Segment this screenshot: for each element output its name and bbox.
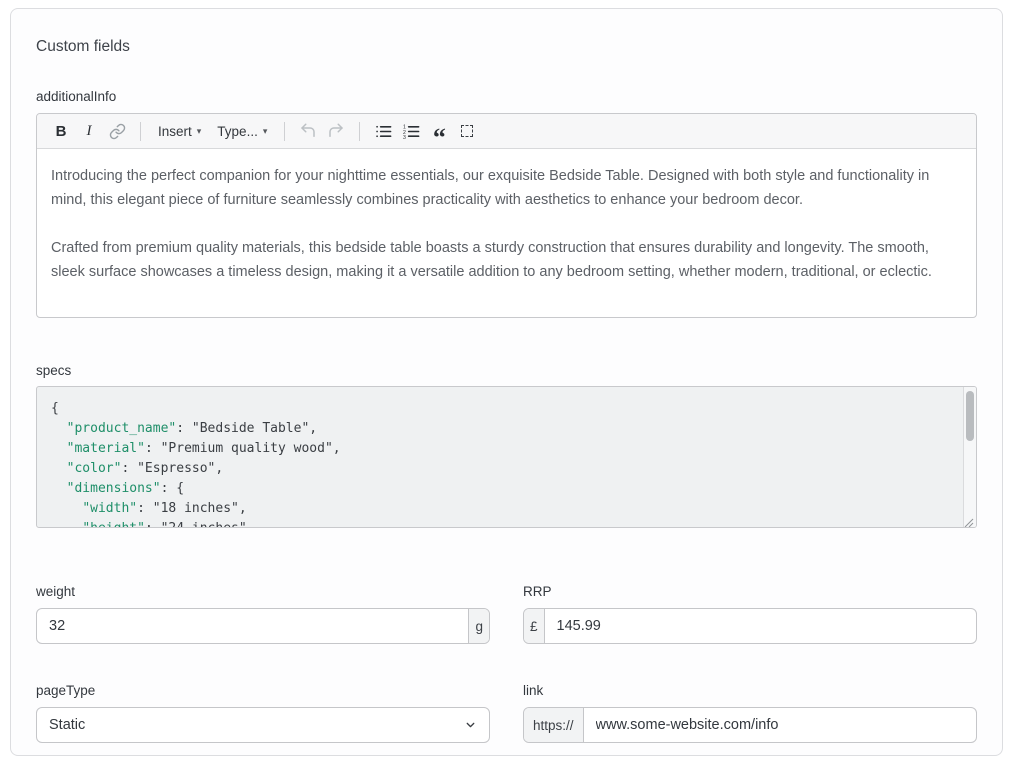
weight-label: weight (36, 584, 490, 599)
frame-icon (461, 125, 473, 137)
weight-input[interactable] (37, 609, 468, 643)
blockquote-button[interactable]: “ (425, 117, 453, 145)
frame-button[interactable] (453, 117, 481, 145)
link-icon (109, 123, 126, 140)
undo-icon (299, 122, 317, 140)
specs-code-editor[interactable]: { "product_name": "Bedside Table", "mate… (36, 386, 977, 528)
numbered-list-icon: 123 (403, 123, 420, 140)
toolbar-separator (359, 122, 360, 141)
rrp-label: RRP (523, 584, 977, 599)
resize-handle-icon[interactable] (964, 515, 974, 525)
redo-icon (327, 122, 345, 140)
italic-button[interactable]: I (75, 117, 103, 145)
bullet-list-icon (375, 123, 392, 140)
specs-scrollbar-thumb[interactable] (966, 391, 974, 441)
insert-dropdown[interactable]: Insert ▾ (150, 117, 209, 145)
toolbar-separator (140, 122, 141, 141)
page-type-select[interactable]: Static (36, 707, 490, 743)
link-input-group: https:// (523, 707, 977, 743)
page-type-label: pageType (36, 683, 490, 698)
specs-scrollbar-track (963, 387, 976, 527)
rrp-input-group: £ (523, 608, 977, 644)
blockquote-icon: “ (433, 133, 446, 143)
editor-paragraph: Crafted from premium quality materials, … (51, 236, 962, 284)
toolbar-separator (284, 122, 285, 141)
rich-text-editor: B I Insert ▾ Type... ▾ (36, 113, 977, 318)
rrp-input[interactable] (545, 609, 976, 643)
link-label: link (523, 683, 977, 698)
bold-button[interactable]: B (47, 117, 75, 145)
caret-down-icon: ▾ (263, 126, 268, 137)
protocol-addon: https:// (524, 708, 584, 742)
type-dropdown[interactable]: Type... ▾ (209, 117, 275, 145)
link-button[interactable] (103, 117, 131, 145)
insert-dropdown-label: Insert (158, 124, 192, 139)
numbered-list-button[interactable]: 123 (397, 117, 425, 145)
caret-down-icon: ▾ (197, 126, 202, 137)
redo-button[interactable] (322, 117, 350, 145)
link-input[interactable] (584, 708, 976, 742)
weight-unit-addon: g (468, 609, 489, 643)
type-dropdown-label: Type... (217, 124, 258, 139)
page-type-select-wrap: Static (36, 707, 490, 743)
editor-content[interactable]: Introducing the perfect companion for yo… (37, 149, 976, 317)
specs-label: specs (36, 363, 977, 378)
custom-fields-card: Custom fields additionalInfo B I Insert … (10, 8, 1003, 756)
additional-info-label: additionalInfo (36, 89, 977, 104)
undo-button[interactable] (294, 117, 322, 145)
bullet-list-button[interactable] (369, 117, 397, 145)
editor-toolbar: B I Insert ▾ Type... ▾ (37, 114, 976, 149)
svg-text:3: 3 (403, 135, 406, 140)
card-title: Custom fields (36, 9, 977, 56)
weight-input-group: g (36, 608, 490, 644)
specs-code-content: { "product_name": "Bedside Table", "mate… (51, 399, 950, 528)
currency-addon: £ (524, 609, 545, 643)
editor-paragraph: Introducing the perfect companion for yo… (51, 164, 962, 212)
